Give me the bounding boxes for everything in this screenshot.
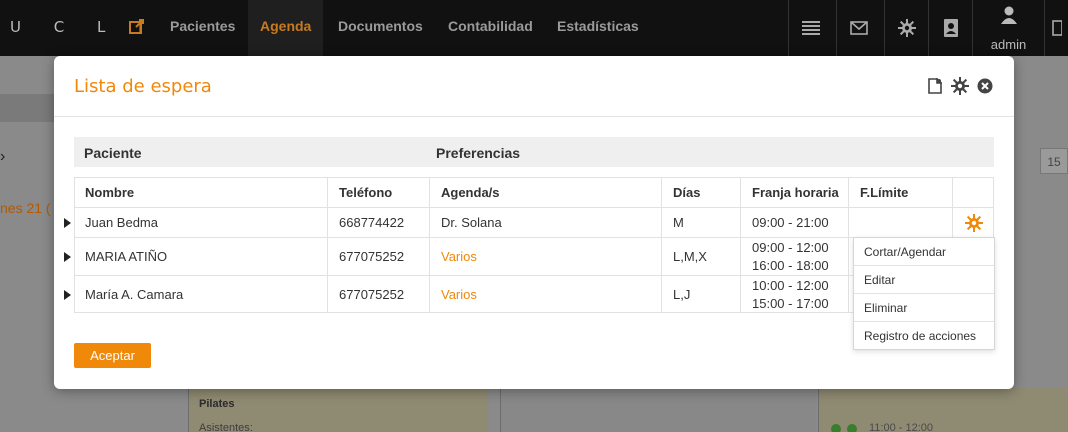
th-telefono[interactable]: Teléfono — [339, 185, 392, 200]
close-icon[interactable] — [976, 77, 994, 95]
bg-toolbar — [0, 94, 60, 122]
th-nombre[interactable]: Nombre — [85, 185, 134, 200]
cell-slot: 16:00 - 18:00 — [752, 258, 829, 273]
user-icon — [1001, 6, 1017, 24]
table-header-row: Nombre Teléfono Agenda/s Días Franja hor… — [74, 177, 994, 207]
settings-gear-icon[interactable] — [951, 77, 969, 95]
mail-icon[interactable] — [836, 0, 880, 56]
bg-status-dot-icon — [831, 424, 841, 432]
cell-slot: 09:00 - 21:00 — [752, 215, 829, 230]
cell-slot: 10:00 - 12:00 — [752, 278, 829, 293]
bg-event-panel: Pilates Asistentes: — [188, 388, 488, 432]
gear-icon[interactable] — [884, 0, 928, 56]
cell-phone: 677075252 — [339, 249, 405, 264]
cell-name: MARIA ATIÑO — [85, 249, 168, 264]
nav-estadisticas[interactable]: Estadísticas — [557, 0, 639, 56]
th-dias[interactable]: Días — [673, 185, 700, 200]
nav-contabilidad[interactable]: Contabilidad — [448, 0, 533, 56]
menu-item-registro-acciones[interactable]: Registro de acciones — [854, 322, 994, 350]
bg-agenda-column-right: 11:00 - 12:00 — [818, 388, 1068, 432]
expand-arrow-icon[interactable] — [64, 218, 71, 228]
menu-item-editar[interactable]: Editar — [854, 266, 994, 294]
logout-icon[interactable] — [1044, 0, 1068, 56]
new-note-icon[interactable] — [926, 77, 944, 95]
cell-phone: 677075252 — [339, 287, 405, 302]
row-actions-gear-icon[interactable] — [965, 214, 983, 232]
table-row[interactable]: Juan Bedma 668774422 Dr. Solana M 09:00 … — [64, 207, 994, 237]
cell-agenda-link[interactable]: Varios — [441, 249, 477, 264]
top-navbar: U C L I Pacientes Agenda Documentos Cont… — [0, 0, 1068, 56]
bg-day-badge: 15 — [1040, 148, 1068, 174]
cell-name: Juan Bedma — [85, 215, 158, 230]
modal-title: Lista de espera — [74, 76, 212, 97]
bg-event-time: 11:00 - 12:00 — [869, 422, 934, 432]
bg-date-label: nes 21 ( — [0, 200, 51, 216]
cell-days: L,M,X — [673, 249, 707, 264]
accept-button[interactable]: Aceptar — [74, 343, 151, 368]
cell-agenda: Dr. Solana — [441, 215, 502, 230]
th-agendas[interactable]: Agenda/s — [441, 185, 500, 200]
th-franja-horaria[interactable]: Franja horaria — [752, 185, 839, 200]
user-menu[interactable]: admin — [972, 0, 1044, 56]
cell-phone: 668774422 — [339, 215, 405, 230]
nav-agenda[interactable]: Agenda — [248, 0, 324, 56]
nav-documentos[interactable]: Documentos — [338, 0, 423, 56]
section-patient: Paciente — [84, 145, 142, 161]
cell-name: María A. Camara — [85, 287, 184, 302]
list-icon[interactable] — [788, 0, 832, 56]
cell-slot: 15:00 - 17:00 — [752, 296, 829, 311]
cell-slot: 09:00 - 12:00 — [752, 240, 829, 255]
export-icon[interactable] — [128, 17, 146, 35]
section-preferences: Preferencias — [436, 145, 521, 161]
cell-days: M — [673, 215, 684, 230]
bg-agenda-column — [500, 388, 816, 432]
cell-agenda-link[interactable]: Varios — [441, 287, 477, 302]
bg-chevron-right-icon: › — [0, 148, 6, 165]
contact-book-icon[interactable] — [928, 0, 972, 56]
nav-pacientes[interactable]: Pacientes — [170, 0, 235, 56]
menu-item-cortar-agendar[interactable]: Cortar/Agendar — [854, 238, 994, 266]
th-f-limite[interactable]: F.Límite — [860, 185, 908, 200]
cell-days: L,J — [673, 287, 691, 302]
expand-arrow-icon[interactable] — [64, 252, 71, 262]
section-header: Paciente Preferencias — [74, 137, 994, 167]
bg-event-sub: Asistentes: — [199, 422, 253, 432]
modal-header: Lista de espera — [54, 56, 1014, 117]
row-actions-menu: Cortar/Agendar Editar Eliminar Registro … — [853, 237, 995, 350]
bg-event-title: Pilates — [199, 398, 235, 410]
waiting-list-modal: Lista de espera Paciente Preferencias No… — [54, 56, 1014, 389]
expand-arrow-icon[interactable] — [64, 290, 71, 300]
bg-status-dot-icon — [847, 424, 857, 432]
user-name: admin — [990, 37, 1027, 52]
menu-item-eliminar[interactable]: Eliminar — [854, 294, 994, 322]
